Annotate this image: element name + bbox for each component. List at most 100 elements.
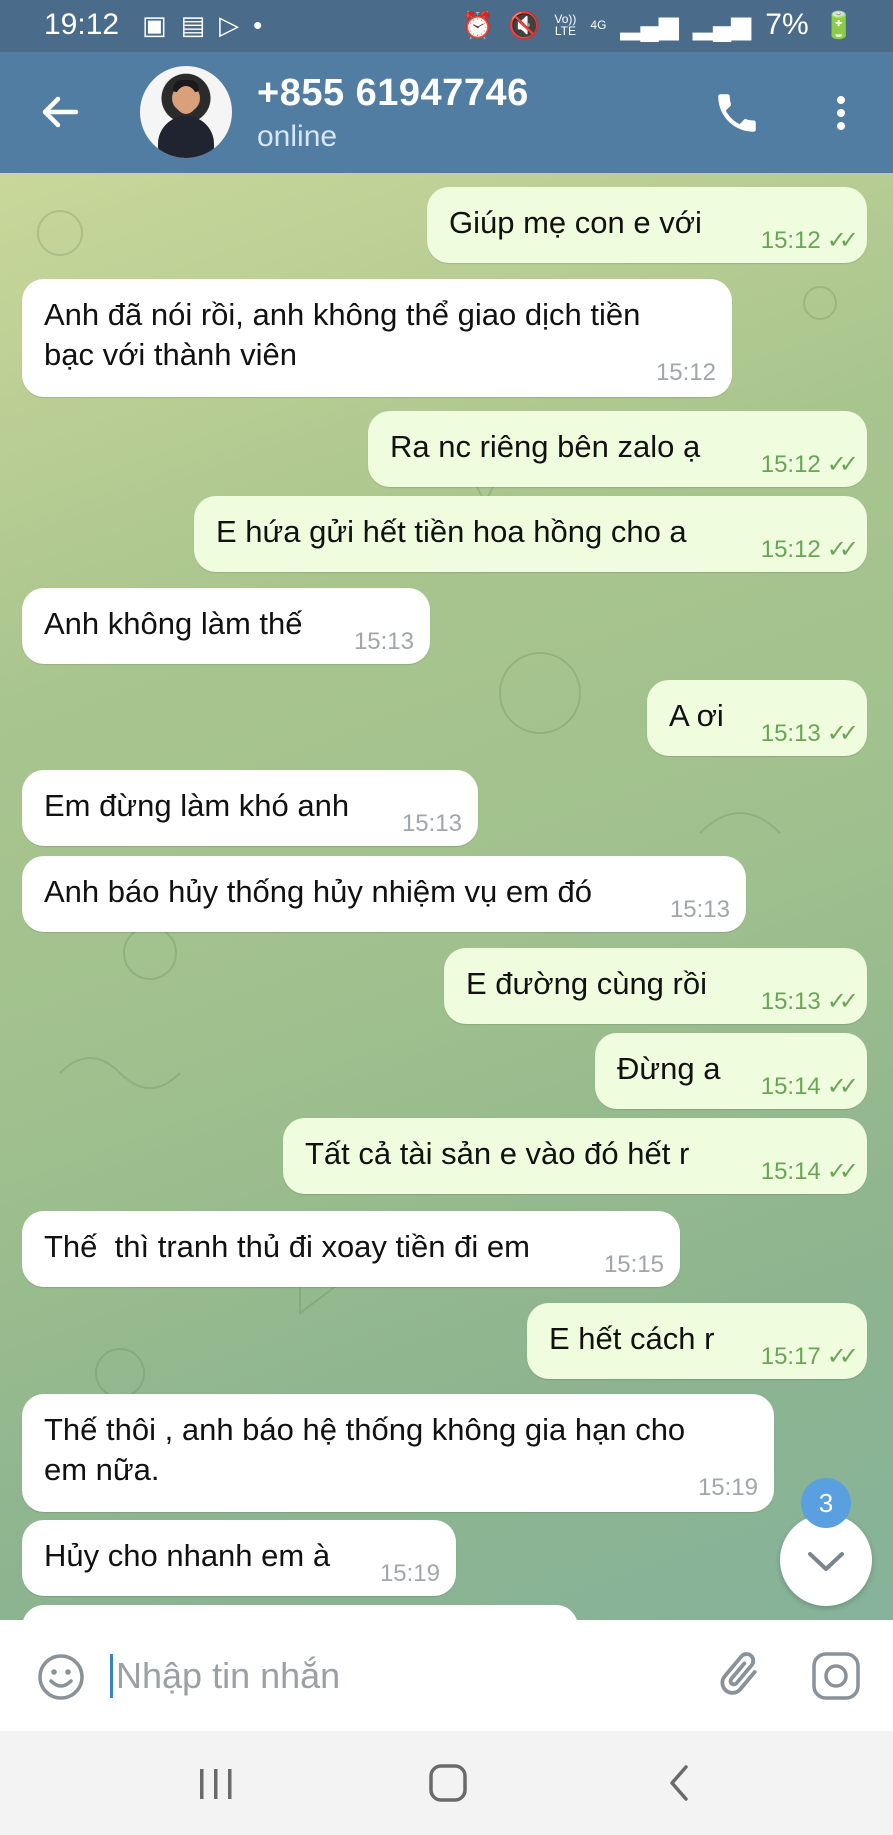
read-ticks-icon: ✓✓ — [826, 1158, 859, 1185]
signal-icon-2: ▂▄▆ — [692, 9, 752, 40]
message-bubble-outgoing[interactable]: Giúp mẹ con e với 15:12 ✓✓ — [427, 187, 867, 263]
battery-level: 7% — [765, 8, 809, 41]
message-text: Anh đã nói rồi, anh không thể giao dịch … — [44, 297, 641, 372]
text-caret — [110, 1654, 113, 1698]
message-bubble-incoming[interactable]: Anh báo hủy thống hủy nhiệm vụ em đó 15:… — [22, 856, 746, 932]
more-options-button[interactable] — [826, 88, 856, 138]
message-bubble-outgoing[interactable]: E hết cách r 15:17 ✓✓ — [527, 1303, 867, 1379]
message-input[interactable] — [114, 1650, 678, 1702]
message-time: 15:17 — [760, 1343, 821, 1370]
message-bubble-outgoing[interactable]: Tất cả tài sản e vào đó hết r 15:14 ✓✓ — [283, 1118, 867, 1194]
message-bubble-outgoing[interactable]: Ra nc riêng bên zalo ạ 15:12 ✓✓ — [368, 411, 867, 487]
chat-area[interactable]: Giúp mẹ con e với 15:12 ✓✓ Anh đã nói rồi… — [0, 173, 893, 1620]
system-back-button[interactable] — [664, 1763, 694, 1803]
emoji-button[interactable] — [36, 1652, 86, 1702]
message-time: 15:19 — [379, 1560, 440, 1587]
message-time: 15:13 — [669, 896, 730, 923]
play-store-icon: ▷ — [219, 10, 240, 40]
message-time: 15:13 — [353, 628, 414, 655]
avatar-suit — [158, 116, 214, 158]
lte-label: LTE — [554, 24, 576, 38]
paperclip-icon — [720, 1652, 757, 1695]
message-text: Anh không làm thế — [44, 606, 303, 641]
recent-apps-icon — [200, 1769, 232, 1799]
message-bubble-outgoing[interactable]: E hứa gửi hết tiền hoa hồng cho a 15:12 ✓… — [194, 496, 867, 572]
read-ticks-icon: ✓✓ — [826, 1073, 859, 1100]
message-text: Giúp mẹ con e với — [449, 205, 702, 240]
back-button[interactable] — [36, 88, 84, 136]
message-bubble-outgoing[interactable]: Đừng a 15:14 ✓✓ — [595, 1033, 867, 1109]
message-time: 15:12 — [760, 536, 821, 563]
more-vert-icon — [837, 96, 845, 130]
message-bubble-incoming[interactable]: Anh không làm thế 15:13 — [22, 588, 430, 664]
message-text: Anh báo hủy thống hủy nhiệm vụ em đó — [44, 874, 593, 909]
message-text: Ra nc riêng bên zalo ạ — [390, 429, 701, 464]
message-time: 15:13 — [401, 810, 462, 837]
contact-status: online — [257, 120, 338, 153]
message-text: A ơi — [669, 698, 724, 733]
back-chevron-icon — [670, 1765, 688, 1801]
alarm-icon: ⏰ — [461, 9, 495, 40]
camera-button[interactable] — [810, 1650, 862, 1702]
status-time: 19:12 — [44, 8, 120, 41]
volte-indicator: Vo)) LTE — [554, 13, 576, 37]
message-text: Tất cả tài sản e vào đó hết r — [305, 1136, 690, 1171]
message-time: 15:12 — [760, 451, 821, 478]
message-bubble-incoming[interactable]: Anh đã nói rồi, anh không thể giao dịch … — [22, 279, 732, 397]
message-text: Em đừng làm khó anh — [44, 788, 350, 823]
message-meta: 15:17 ✓✓ — [760, 1342, 859, 1371]
message-text: E hứa gửi hết tiền hoa hồng cho a — [216, 514, 687, 549]
network-type: 4G — [590, 18, 607, 32]
message-bubble-incoming[interactable]: Hủy cho nhanh em à 15:19 — [22, 1520, 456, 1596]
emoji-icon — [38, 1654, 84, 1700]
home-button[interactable] — [428, 1763, 468, 1803]
battery-icon: 🔋 — [822, 9, 855, 40]
message-text: Thế thì tranh thủ đi xoay tiền đi em — [44, 1229, 530, 1264]
message-time: 15:19 — [697, 1474, 758, 1501]
message-text: Đừng a — [617, 1051, 721, 1086]
message-meta: 15:13 ✓✓ — [760, 987, 859, 1016]
read-ticks-icon: ✓✓ — [826, 227, 859, 254]
message-meta: 15:12 ✓✓ — [760, 450, 859, 479]
message-meta: 15:12 ✓✓ — [760, 535, 859, 564]
message-meta: 15:12 ✓✓ — [760, 226, 859, 255]
message-time: 15:15 — [603, 1251, 664, 1278]
unread-count-badge: 3 — [801, 1478, 851, 1528]
status-bar: 19:12 ▣ ▤ ▷ • ⏰ 🔇 Vo)) LTE 4G ▂▄▆ ▂▄▆ 7%… — [0, 0, 893, 52]
message-text: E đường cùng rồi — [466, 966, 707, 1001]
message-time: 15:14 — [760, 1158, 821, 1185]
message-bubble-partial[interactable] — [22, 1605, 578, 1620]
contact-name[interactable]: +855 61947746 — [257, 72, 529, 115]
message-meta: 15:14 ✓✓ — [760, 1157, 859, 1186]
read-ticks-icon: ✓✓ — [826, 451, 859, 478]
read-ticks-icon: ✓✓ — [826, 988, 859, 1015]
message-bubble-incoming[interactable]: Thế thôi , anh báo hệ thống không gia hạ… — [22, 1394, 774, 1512]
system-navigation-bar — [0, 1731, 893, 1835]
phone-icon — [718, 94, 756, 132]
message-time: 15:12 — [760, 227, 821, 254]
back-arrow-icon — [42, 96, 79, 128]
camera-icon — [812, 1652, 860, 1700]
mute-icon: 🔇 — [508, 9, 541, 40]
news-app-icon: ▤ — [180, 10, 206, 40]
contact-avatar[interactable] — [140, 66, 232, 158]
message-text: Hủy cho nhanh em à — [44, 1538, 331, 1573]
message-text: E hết cách r — [549, 1321, 715, 1356]
chat-header: +855 61947746 online — [0, 52, 893, 173]
message-bubble-incoming[interactable]: Thế thì tranh thủ đi xoay tiền đi em 15:… — [22, 1211, 680, 1287]
message-bubble-incoming[interactable]: Em đừng làm khó anh 15:13 — [22, 770, 478, 846]
attach-button[interactable] — [712, 1648, 766, 1702]
message-meta: 15:13 ✓✓ — [761, 719, 859, 748]
read-ticks-icon: ✓✓ — [826, 536, 859, 563]
message-text: Thế thôi , anh báo hệ thống không gia hạ… — [44, 1412, 686, 1487]
message-time: 15:13 — [760, 988, 821, 1015]
message-bubble-outgoing[interactable]: A ơi 15:13 ✓✓ — [647, 680, 867, 756]
message-time: 15:14 — [760, 1073, 821, 1100]
recent-apps-button[interactable] — [196, 1767, 236, 1801]
signal-icon: ▂▄▆ — [620, 9, 679, 40]
home-icon — [429, 1764, 467, 1802]
avatar-face — [175, 86, 197, 114]
notification-icons: ▣ ▤ ▷ • — [142, 10, 262, 41]
message-bubble-outgoing[interactable]: E đường cùng rồi 15:13 ✓✓ — [444, 948, 867, 1024]
call-button[interactable] — [712, 88, 762, 138]
